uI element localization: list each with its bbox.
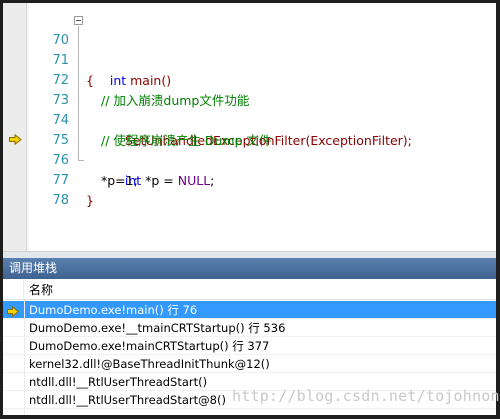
- close-brace: }: [86, 193, 94, 208]
- frame-text: DumoDemo.exe!mainCRTStartup() 行 377: [29, 339, 270, 353]
- code-line-75[interactable]: 75 int *p = NULL;: [3, 111, 496, 188]
- code-editor[interactable]: 70 int main() 71 { 72 // 加入崩溃dump文件功能 73…: [3, 3, 496, 251]
- frame-text: ntdll.dll!__RtlUserThreadStart(): [29, 375, 208, 389]
- code-line-72[interactable]: 72 // 加入崩溃dump文件功能: [3, 51, 496, 108]
- frame-text: kernel32.dll!@BaseThreadInitThunk@12(): [29, 357, 270, 371]
- frame-text: ntdll.dll!__RtlUserThreadStart@8(): [29, 393, 226, 407]
- code-line-77[interactable]: 77 }: [3, 151, 496, 208]
- call-stack-row[interactable]: DumoDemo.exe!main() 行 76: [3, 301, 496, 319]
- code-line-78[interactable]: 78: [3, 171, 496, 208]
- code-line-74[interactable]: 74 // 使程序崩溃产生 Dump 文件: [3, 91, 496, 148]
- column-header[interactable]: 名称: [3, 280, 496, 300]
- code-line-73[interactable]: 73 SetUnhandledExceptionFilter(Exception…: [3, 71, 496, 148]
- call-stack-row[interactable]: kernel32.dll!@BaseThreadInitThunk@12(): [3, 355, 496, 373]
- panel-splitter[interactable]: [3, 251, 496, 258]
- column-name-header[interactable]: 名称: [29, 280, 53, 300]
- call-stack-title: 调用堆栈: [3, 258, 496, 279]
- watermark: http://blog.csdn.net/tojohnonly: [232, 387, 500, 405]
- icon-column-divider: [24, 300, 25, 415]
- line-number: 78: [52, 193, 69, 208]
- call-stack-row[interactable]: DumoDemo.exe!__tmainCRTStartup() 行 536: [3, 319, 496, 337]
- call-stack-row[interactable]: DumoDemo.exe!mainCRTStartup() 行 377: [3, 337, 496, 355]
- code-line-70[interactable]: 70 int main(): [3, 11, 496, 88]
- frame-text: DumoDemo.exe!main() 行 76: [29, 303, 198, 317]
- code-line-71[interactable]: 71 {: [3, 31, 496, 88]
- code-line-76[interactable]: 76 *p=1;: [3, 131, 496, 188]
- icon-column-header: [3, 280, 24, 300]
- frame-text: DumoDemo.exe!__tmainCRTStartup() 行 536: [29, 321, 286, 335]
